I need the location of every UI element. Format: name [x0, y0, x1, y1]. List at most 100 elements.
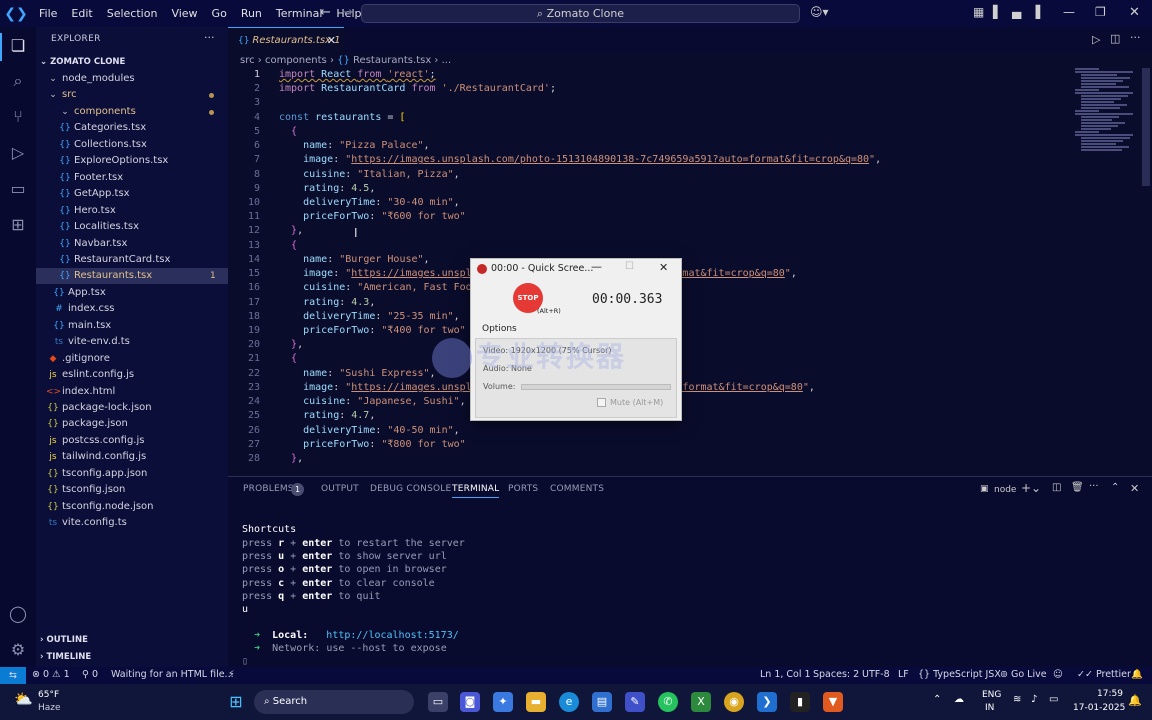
wifi-icon[interactable]: ≋ [1013, 694, 1021, 705]
tree-item-restaurants-tsx[interactable]: {} Restaurants.tsx [58, 268, 152, 284]
vector-app-icon[interactable]: ✎ [625, 692, 645, 712]
terminal-app-icon[interactable]: ▮ [790, 692, 810, 712]
breadcrumb-src[interactable]: src [240, 55, 255, 66]
outline-section[interactable]: › OUTLINE [36, 635, 88, 645]
weather-desc[interactable]: Haze [38, 703, 61, 713]
toggle-panel-icon[interactable]: ▄ [1012, 5, 1021, 19]
edge-browser-icon[interactable]: e [559, 692, 579, 712]
tree-item--gitignore[interactable]: ◆ .gitignore [46, 351, 110, 367]
copilot-status-icon[interactable]: ☺ [1053, 669, 1063, 680]
timeline-section[interactable]: › TIMELINE [36, 652, 91, 662]
back-arrow-icon[interactable]: ← [320, 5, 331, 20]
maximize-panel-icon[interactable]: ⌃ [1111, 482, 1119, 493]
show-hidden-icons[interactable]: ⌃ [933, 694, 941, 705]
kill-terminal-icon[interactable]: 🗑 [1071, 482, 1084, 493]
tree-item-collections-tsx[interactable]: {} Collections.tsx [58, 137, 147, 153]
layout-customize-icon[interactable]: ▦ [973, 5, 984, 19]
weather-icon[interactable]: ⛅ [14, 690, 33, 708]
tree-item-app-tsx[interactable]: {} App.tsx [52, 285, 106, 301]
tree-item-categories-tsx[interactable]: {} Categories.tsx [58, 120, 146, 136]
run-file-icon[interactable]: ▷ [1092, 33, 1100, 46]
toggle-secondary-sidebar-icon[interactable]: ▐ [1031, 5, 1040, 19]
mute-checkbox[interactable] [597, 398, 606, 407]
clock-date[interactable]: 17-01-2025 [1073, 703, 1125, 713]
tree-item-postcss-config-js[interactable]: js postcss.config.js [46, 433, 144, 449]
problems-status[interactable]: ⊗ 0 ⚠ 1 [32, 669, 70, 680]
clock-time[interactable]: 17:59 [1097, 689, 1123, 699]
tree-item-tsconfig-app-json[interactable]: {} tsconfig.app.json [46, 466, 147, 482]
microsoft-store-icon[interactable]: ▤ [592, 692, 612, 712]
notifications-icon[interactable]: 🔔 [1131, 669, 1143, 680]
tree-item-hero-tsx[interactable]: {} Hero.tsx [58, 203, 115, 219]
menu-file[interactable]: File [32, 7, 64, 20]
search-view-icon[interactable]: ⌕ [8, 71, 28, 91]
tree-item-tsconfig-json[interactable]: {} tsconfig.json [46, 482, 125, 498]
weather-temp[interactable]: 65°F [38, 690, 59, 700]
panel-tab-terminal[interactable]: TERMINAL [452, 484, 500, 498]
go-live-button[interactable]: ⊚ Go Live [1000, 669, 1047, 680]
account-icon[interactable]: ◯ [8, 604, 28, 624]
notification-center-icon[interactable]: 🔔 [1128, 694, 1142, 707]
tree-item-tailwind-config-js[interactable]: js tailwind.config.js [46, 449, 146, 465]
maximize-icon[interactable]: ❐ [1095, 5, 1106, 19]
brave-icon[interactable]: ▼ [823, 692, 843, 712]
tree-item-package-lock-json[interactable]: {} package-lock.json [46, 400, 151, 416]
excel-icon[interactable]: X [691, 692, 711, 712]
menu-view[interactable]: View [164, 7, 204, 20]
language-in[interactable]: IN [985, 703, 994, 713]
taskbar-search[interactable]: ⌕ Search [254, 690, 414, 714]
file-explorer-icon[interactable]: ▬ [526, 692, 546, 712]
battery-icon[interactable]: ▭ [1049, 694, 1058, 705]
split-editor-icon[interactable]: ◫ [1110, 32, 1120, 45]
manage-gear-icon[interactable]: ⚙ [8, 640, 28, 660]
info-status[interactable]: ⚲ 0 [82, 669, 98, 680]
prettier-status[interactable]: ✓✓ Prettier [1077, 669, 1131, 680]
forward-arrow-icon[interactable]: → [342, 5, 353, 20]
tree-item-node-modules[interactable]: ⌄ node_modules [46, 71, 134, 87]
editor-scrollbar[interactable] [1142, 68, 1150, 186]
tree-item-localities-tsx[interactable]: {} Localities.tsx [58, 219, 139, 235]
extensions-icon[interactable]: ⊞ [8, 215, 28, 235]
terminal-more-icon[interactable]: ··· [1089, 481, 1099, 492]
whatsapp-icon[interactable]: ✆ [658, 692, 678, 712]
panel-tab-comments[interactable]: COMMENTS [550, 484, 604, 494]
volume-slider[interactable] [521, 384, 671, 390]
encoding[interactable]: UTF-8 [862, 669, 890, 680]
task-view-icon[interactable]: ▭ [428, 692, 448, 712]
breadcrumb-symbol[interactable]: ... [442, 55, 452, 66]
new-terminal-icon[interactable]: +⌄ [1021, 481, 1041, 495]
windows-start-icon[interactable]: ⊞ [226, 692, 246, 712]
volume-icon[interactable]: ♪ [1031, 694, 1037, 705]
remote-explorer-icon[interactable]: ▭ [8, 179, 28, 199]
tree-item-tsconfig-node-json[interactable]: {} tsconfig.node.json [46, 499, 153, 515]
recorder-minimize-icon[interactable]: — [591, 260, 602, 273]
toggle-sidebar-icon[interactable]: ▌ [993, 5, 1002, 19]
copilot-app-icon[interactable]: ✦ [493, 692, 513, 712]
split-terminal-icon[interactable]: ◫ [1052, 482, 1061, 493]
copilot-icon[interactable]: ☺▾ [810, 5, 829, 19]
panel-tab-ports[interactable]: PORTS [508, 484, 538, 494]
tree-item-vite-config-ts[interactable]: ts vite.config.ts [46, 515, 127, 531]
editor-more-icon[interactable]: ··· [1130, 31, 1141, 44]
tree-item-exploreoptions-tsx[interactable]: {} ExploreOptions.tsx [58, 153, 168, 169]
cloud-sync-icon[interactable]: ☁ [954, 694, 964, 705]
end-of-line[interactable]: LF [898, 669, 909, 680]
menu-selection[interactable]: Selection [100, 7, 165, 20]
tree-item-index-css[interactable]: # index.css [52, 301, 114, 317]
language-eng[interactable]: ENG [982, 690, 1001, 700]
tree-item-getapp-tsx[interactable]: {} GetApp.tsx [58, 186, 129, 202]
tree-item-restaurantcard-tsx[interactable]: {} RestaurantCard.tsx [58, 252, 170, 268]
tree-item-package-json[interactable]: {} package.json [46, 416, 128, 432]
teams-chat-icon[interactable]: ◙ [460, 692, 480, 712]
menu-go[interactable]: Go [205, 7, 234, 20]
panel-tab-output[interactable]: OUTPUT [321, 484, 359, 494]
tree-item-eslint-config-js[interactable]: js eslint.config.js [46, 367, 134, 383]
minimap[interactable] [1075, 68, 1139, 158]
cursor-position[interactable]: Ln 1, Col 1 [760, 669, 811, 680]
panel-tab-debug-console[interactable]: DEBUG CONSOLE [370, 484, 451, 494]
run-debug-icon[interactable]: ▷ [8, 143, 28, 163]
more-actions-icon[interactable]: ··· [204, 31, 215, 44]
menu-edit[interactable]: Edit [64, 7, 99, 20]
tree-item-navbar-tsx[interactable]: {} Navbar.tsx [58, 236, 127, 252]
vscode-taskbar-icon[interactable]: ❯ [757, 692, 777, 712]
